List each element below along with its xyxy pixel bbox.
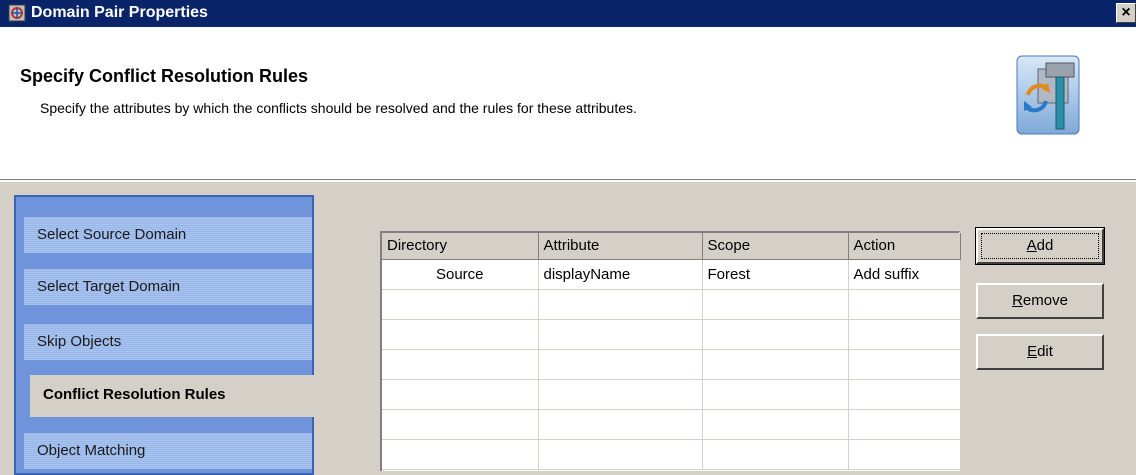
rules-table: Directory Attribute Scope Action Source … bbox=[382, 233, 961, 470]
empty-row bbox=[382, 379, 961, 410]
wizard-tools-icon bbox=[1016, 55, 1080, 135]
column-header-attribute[interactable]: Attribute bbox=[538, 233, 703, 260]
edit-label: dit bbox=[1037, 343, 1053, 360]
table-row[interactable]: Source displayName Forest Add suffix bbox=[382, 259, 961, 290]
close-icon: × bbox=[1121, 4, 1131, 21]
add-button[interactable]: Add bbox=[975, 227, 1105, 265]
page-title: Specify Conflict Resolution Rules bbox=[20, 66, 309, 86]
sidebar-item-label: Select Target Domain bbox=[37, 278, 181, 295]
sidebar-item-skip-objects[interactable]: Skip Objects bbox=[24, 324, 312, 360]
cell-directory: Source bbox=[382, 259, 539, 290]
sidebar-item-label: Skip Objects bbox=[37, 333, 122, 350]
close-button[interactable]: × bbox=[1116, 3, 1136, 23]
empty-row bbox=[382, 319, 961, 350]
sidebar-item-label: Conflict Resolution Rules bbox=[43, 386, 226, 403]
sidebar-item-label: Object Matching bbox=[37, 442, 146, 459]
empty-row bbox=[382, 349, 961, 380]
empty-row bbox=[382, 439, 961, 470]
title-bar: Domain Pair Properties × bbox=[0, 0, 1136, 27]
wizard-header: Specify Conflict Resolution Rules Specif… bbox=[0, 27, 1136, 180]
table-header-row: Directory Attribute Scope Action bbox=[382, 233, 961, 260]
empty-row bbox=[382, 289, 961, 320]
wizard-sidebar: Select Source Domain Select Target Domai… bbox=[14, 195, 326, 475]
cell-action: Add suffix bbox=[848, 259, 961, 290]
window-title: Domain Pair Properties bbox=[31, 4, 208, 21]
app-icon bbox=[8, 4, 26, 22]
column-header-action[interactable]: Action bbox=[848, 233, 961, 260]
page-subtitle: Specify the attributes by which the conf… bbox=[40, 100, 637, 116]
focus-rect bbox=[981, 233, 1099, 259]
sidebar-item-label: Select Source Domain bbox=[37, 226, 187, 243]
sidebar-item-select-source-domain[interactable]: Select Source Domain bbox=[24, 217, 312, 253]
column-header-scope[interactable]: Scope bbox=[702, 233, 849, 260]
remove-button[interactable]: Remove bbox=[976, 283, 1104, 319]
remove-accelerator: R bbox=[1012, 292, 1023, 309]
empty-row bbox=[382, 409, 961, 440]
header-divider bbox=[0, 180, 1136, 182]
sidebar-item-select-target-domain[interactable]: Select Target Domain bbox=[24, 269, 312, 305]
sidebar-item-conflict-resolution-rules[interactable]: Conflict Resolution Rules bbox=[30, 375, 326, 417]
sidebar-item-object-matching[interactable]: Object Matching bbox=[24, 433, 312, 469]
edit-accelerator: E bbox=[1027, 343, 1038, 360]
cell-attribute: displayName bbox=[538, 259, 703, 290]
rules-list[interactable]: Directory Attribute Scope Action Source … bbox=[380, 231, 961, 471]
cell-scope: Forest bbox=[702, 259, 849, 290]
edit-button[interactable]: Edit bbox=[976, 334, 1104, 370]
remove-label: emove bbox=[1022, 292, 1068, 309]
column-header-directory[interactable]: Directory bbox=[382, 233, 539, 260]
